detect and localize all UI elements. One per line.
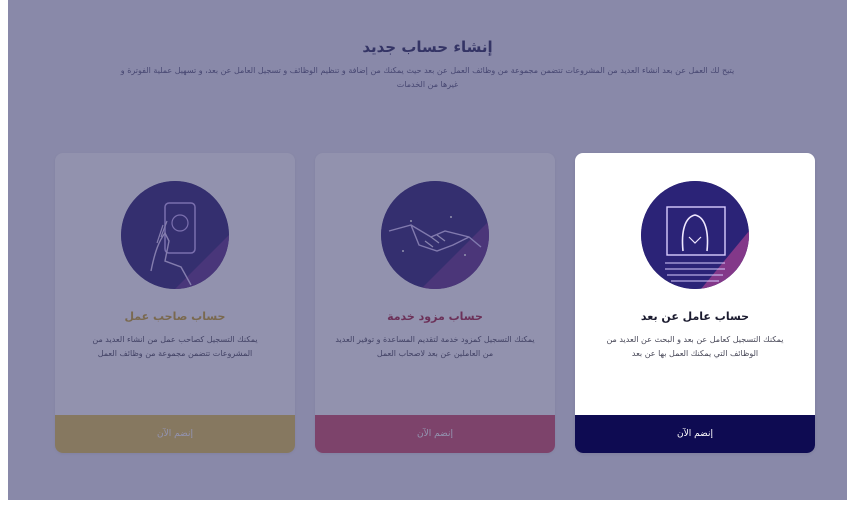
hand-holding-phone-icon <box>121 181 229 289</box>
remote-worker-account-card: حساب عامل عن بعد يمكنك التسجيل كعامل عن … <box>575 153 815 453</box>
remote-worker-join-button[interactable]: إنضم الآن <box>575 415 815 453</box>
service-provider-card-title: حساب مزود خدمة <box>387 310 483 323</box>
service-provider-join-button[interactable]: إنضم الآن <box>315 415 555 453</box>
remote-worker-card-description: يمكنك التسجيل كعامل عن بعد و البحث عن ال… <box>606 335 784 358</box>
header: إنشاء حساب جديد يتيح لك العمل عن بعد انش… <box>8 38 847 92</box>
employer-join-button[interactable]: إنضم الآن <box>55 415 295 453</box>
remote-worker-card-title: حساب عامل عن بعد <box>640 310 750 323</box>
page-title: إنشاء حساب جديد <box>362 38 493 56</box>
service-provider-card-description: يمكنك التسجيل كمزود خدمة لتقديم المساعدة… <box>335 335 535 358</box>
handshake-icon <box>381 181 489 289</box>
service-provider-account-card: حساب مزود خدمة يمكنك التسجيل كمزود خدمة … <box>315 153 555 453</box>
page-subtitle: يتيح لك العمل عن بعد انشاء العديد من الم… <box>120 66 735 89</box>
remote-worker-laptop-icon <box>641 181 749 289</box>
employer-card-description: يمكنك التسجيل كصاحب عمل من انشاء العديد … <box>92 335 258 358</box>
employer-card-title: حساب صاحب عمل <box>124 310 226 323</box>
employer-account-card: حساب صاحب عمل يمكنك التسجيل كصاحب عمل من… <box>55 153 295 453</box>
